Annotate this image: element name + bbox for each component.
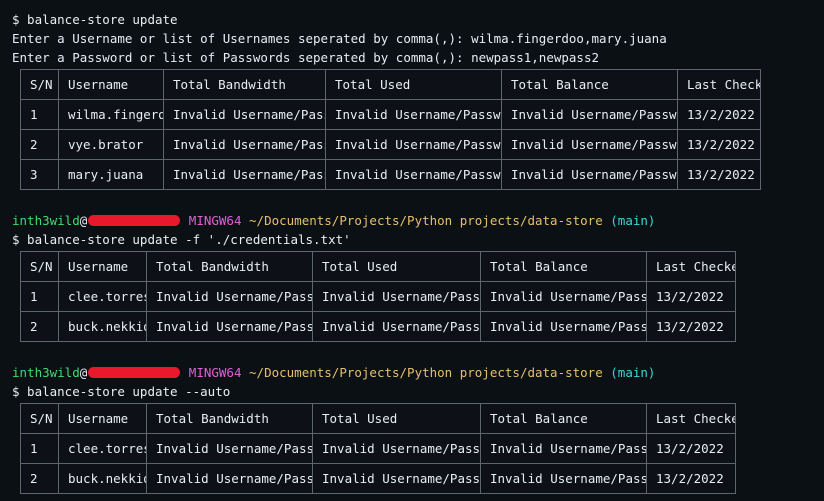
table-row: 2 vye.brator Invalid Username/Password I… [20, 129, 761, 160]
shell-prompt-2: inth3wild@ MINGW64 ~/Documents/Projects/… [0, 211, 824, 230]
cell-total-bandwidth: Invalid Username/Password [146, 281, 313, 312]
cell-sn: 3 [20, 159, 59, 190]
cell-total-balance: Invalid Username/Password [480, 281, 647, 312]
column-header-total-bandwidth: Total Bandwidth [146, 403, 313, 434]
cell-total-bandwidth: Invalid Username/Password [163, 159, 326, 190]
prompt-git-branch: (main) [610, 213, 656, 228]
column-header-total-bandwidth: Total Bandwidth [146, 251, 313, 282]
cell-last-checked: 13/2/2022 [677, 129, 761, 160]
cell-total-balance: Invalid Username/Password [480, 311, 647, 342]
cell-total-bandwidth: Invalid Username/Password [163, 129, 326, 160]
cell-last-checked: 13/2/2022 [677, 99, 761, 130]
prompt-user: inth3wild [12, 213, 80, 228]
command-line-3: $ balance-store update --auto [12, 384, 231, 399]
cell-sn: 2 [20, 463, 59, 494]
column-header-total-balance: Total Balance [501, 69, 678, 100]
cell-last-checked: 13/2/2022 [646, 463, 736, 494]
table-row: 1 clee.torres Invalid Username/Password … [20, 281, 736, 312]
column-header-last-checked: Last Checked [646, 251, 736, 282]
column-header-username: Username [58, 403, 147, 434]
username-prompt-line: Enter a Username or list of Usernames se… [12, 31, 667, 46]
column-header-last-checked: Last Checked [646, 403, 736, 434]
cell-total-bandwidth: Invalid Username/Password [146, 311, 313, 342]
cell-total-balance: Invalid Username/Password [480, 463, 647, 494]
cell-total-balance: Invalid Username/Password [501, 99, 678, 130]
results-table-2: S/N Username Total Bandwidth Total Used … [20, 251, 736, 342]
prompt-space-2 [241, 213, 249, 228]
cell-last-checked: 13/2/2022 [646, 433, 736, 464]
column-header-total-balance: Total Balance [480, 403, 647, 434]
results-table-1: S/N Username Total Bandwidth Total Used … [20, 69, 761, 190]
cell-username: wilma.fingerdoo [58, 99, 164, 130]
redacted-hostname-bar [88, 367, 181, 378]
column-header-total-used: Total Used [325, 69, 502, 100]
cell-username: buck.nekkid [58, 311, 147, 342]
cell-last-checked: 13/2/2022 [646, 281, 736, 312]
column-header-total-used: Total Used [312, 251, 481, 282]
prompt-at-paren: @ [79, 213, 88, 228]
cell-total-used: Invalid Username/Password [325, 159, 502, 190]
prompt-user: inth3wild [12, 365, 80, 380]
prompt-git-branch: (main) [610, 365, 656, 380]
prompt-at-paren: @ [79, 365, 88, 380]
table-row: 1 clee.torres Invalid Username/Password … [20, 433, 736, 464]
cell-total-used: Invalid Username/Password [325, 129, 502, 160]
column-header-sn: S/N [20, 251, 59, 282]
cell-total-balance: Invalid Username/Password [501, 159, 678, 190]
prompt-host: MINGW64 [188, 213, 242, 228]
table-header-row: S/N Username Total Bandwidth Total Used … [20, 403, 736, 434]
table-row: 1 wilma.fingerdoo Invalid Username/Passw… [20, 99, 761, 130]
prompt-space-2 [241, 365, 249, 380]
password-prompt-line: Enter a Password or list of Passwords se… [12, 50, 599, 65]
cell-total-bandwidth: Invalid Username/Password [146, 463, 313, 494]
table-row: 2 buck.nekkid Invalid Username/Password … [20, 463, 736, 494]
cell-username: clee.torres [58, 281, 147, 312]
table-header-row: S/N Username Total Bandwidth Total Used … [20, 69, 761, 100]
cell-username: mary.juana [58, 159, 164, 190]
cell-username: buck.nekkid [58, 463, 147, 494]
cell-sn: 2 [20, 311, 59, 342]
shell-prompt-3: inth3wild@ MINGW64 ~/Documents/Projects/… [0, 363, 824, 382]
column-header-sn: S/N [20, 403, 59, 434]
cell-total-used: Invalid Username/Password [312, 433, 481, 464]
cell-total-balance: Invalid Username/Password [501, 129, 678, 160]
table-header-row: S/N Username Total Bandwidth Total Used … [20, 251, 736, 282]
cell-sn: 1 [20, 99, 59, 130]
cell-total-used: Invalid Username/Password [312, 281, 481, 312]
column-header-sn: S/N [20, 69, 59, 100]
cell-total-used: Invalid Username/Password [312, 463, 481, 494]
cell-total-bandwidth: Invalid Username/Password [146, 433, 313, 464]
cell-total-bandwidth: Invalid Username/Password [163, 99, 326, 130]
prompt-space-1 [181, 365, 189, 380]
prompt-path: ~/Documents/Projects/Python projects/dat… [249, 365, 603, 380]
column-header-total-bandwidth: Total Bandwidth [163, 69, 326, 100]
cell-last-checked: 13/2/2022 [677, 159, 761, 190]
command-line-1: $ balance-store update [12, 12, 178, 27]
cell-last-checked: 13/2/2022 [646, 311, 736, 342]
table-row: 3 mary.juana Invalid Username/Password I… [20, 159, 761, 190]
cell-total-balance: Invalid Username/Password [480, 433, 647, 464]
prompt-host: MINGW64 [188, 365, 242, 380]
cell-sn: 1 [20, 433, 59, 464]
terminal-window[interactable]: $ balance-store update Enter a Username … [0, 0, 824, 494]
prompt-path: ~/Documents/Projects/Python projects/dat… [249, 213, 603, 228]
column-header-username: Username [58, 69, 164, 100]
cell-total-used: Invalid Username/Password [325, 99, 502, 130]
results-table-3: S/N Username Total Bandwidth Total Used … [20, 403, 736, 494]
cell-username: clee.torres [58, 433, 147, 464]
column-header-username: Username [58, 251, 147, 282]
redacted-hostname-bar [88, 215, 181, 226]
column-header-total-balance: Total Balance [480, 251, 647, 282]
cell-sn: 1 [20, 281, 59, 312]
cell-username: vye.brator [58, 129, 164, 160]
cell-sn: 2 [20, 129, 59, 160]
table-row: 2 buck.nekkid Invalid Username/Password … [20, 311, 736, 342]
column-header-total-used: Total Used [312, 403, 481, 434]
command-line-2: $ balance-store update -f './credentials… [12, 232, 351, 247]
cell-total-used: Invalid Username/Password [312, 311, 481, 342]
prompt-space-1 [181, 213, 189, 228]
column-header-last-checked: Last Checked [677, 69, 761, 100]
